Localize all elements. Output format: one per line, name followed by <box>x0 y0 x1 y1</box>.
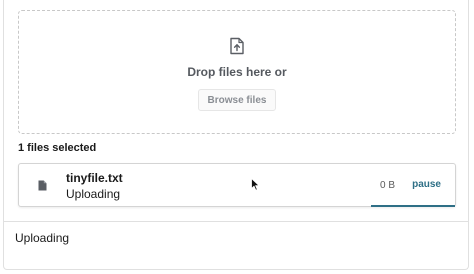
browse-files-button[interactable]: Browse files <box>197 89 277 111</box>
file-upload-status: Uploading <box>66 187 121 201</box>
drop-files-text: Drop files here or <box>187 65 287 79</box>
divider <box>4 221 468 222</box>
upload-progress-fill <box>371 205 455 207</box>
file-size: 0 B <box>379 180 395 191</box>
upload-progress-bar <box>371 205 455 207</box>
file-name: tinyfile.txt <box>66 171 123 185</box>
file-uploader: Drop files here or Browse files 1 files … <box>3 0 469 270</box>
drop-zone[interactable]: Drop files here or Browse files <box>18 10 456 134</box>
pause-button[interactable]: pause <box>412 179 441 190</box>
file-icon <box>38 180 47 191</box>
files-selected-count: 1 files selected <box>18 142 97 154</box>
mouse-cursor-icon <box>251 178 260 191</box>
file-upload-icon <box>230 37 244 55</box>
overall-status-text: Uploading <box>15 231 70 245</box>
file-list-item: tinyfile.txt Uploading 0 B pause <box>18 163 456 207</box>
